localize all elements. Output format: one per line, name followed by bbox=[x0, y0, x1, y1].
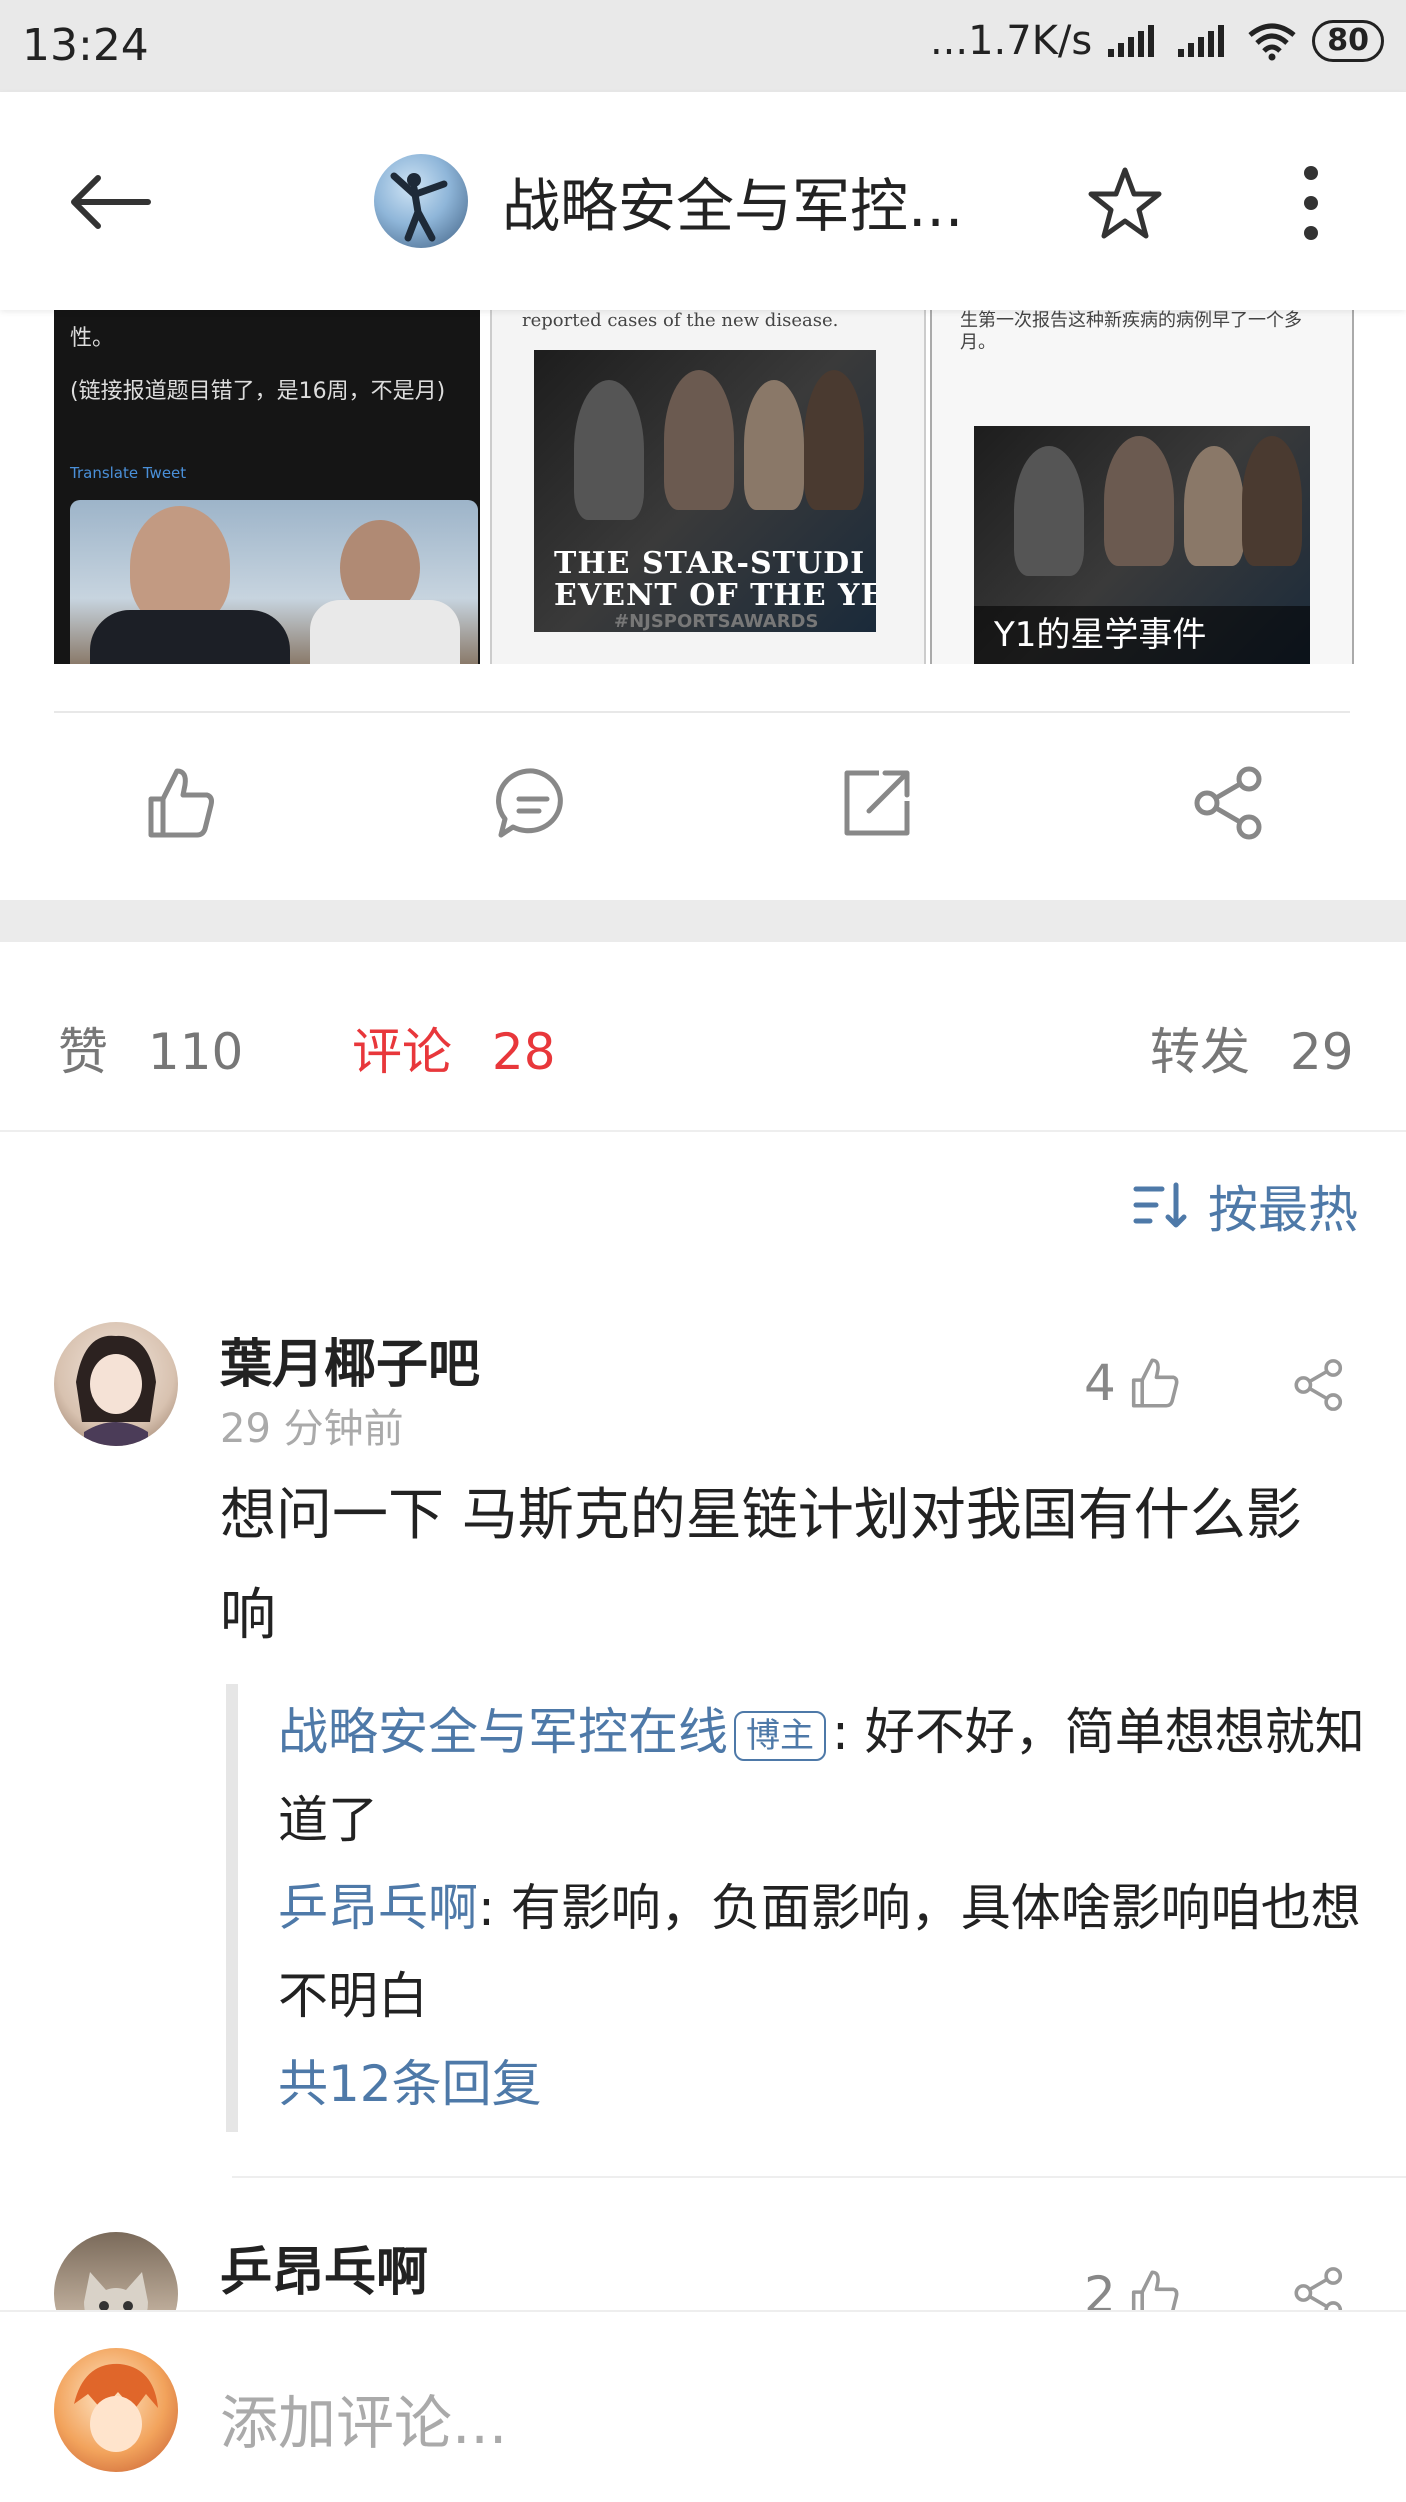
tab-comments-count: 28 bbox=[491, 1023, 556, 1081]
forward-icon bbox=[844, 770, 910, 836]
share-icon bbox=[1294, 1359, 1343, 1411]
network-speed: ...1.7K/s bbox=[929, 18, 1093, 64]
signal-icon bbox=[1108, 25, 1155, 57]
comment-body: 想问一下 马斯克的星链计划对我国有什么影响 bbox=[220, 1483, 1302, 1648]
poster-figure bbox=[574, 380, 644, 520]
poster-figure bbox=[1014, 446, 1084, 576]
comment-icon bbox=[496, 768, 563, 838]
back-arrow-icon bbox=[71, 175, 151, 229]
battery-indicator: 80 bbox=[1312, 20, 1384, 62]
poster-figure bbox=[664, 370, 734, 510]
user-avatar-icon bbox=[74, 2363, 158, 2452]
tab-comments-label: 评论 bbox=[352, 1023, 452, 1081]
poster-figure bbox=[1242, 436, 1302, 566]
view-all-replies-link[interactable]: 共12条回复 bbox=[238, 2040, 1372, 2128]
nav-bar: 战略安全与军控... bbox=[0, 92, 1406, 310]
stats-tabs: 赞 110 评论 28 转发 29 bbox=[0, 942, 1406, 1132]
nav-title-group[interactable]: 战略安全与军控... bbox=[374, 154, 963, 248]
image-card-1[interactable]: 性。 (链接报道题目错了，是16周，不是月) Translate Tweet bbox=[54, 310, 480, 664]
press-photo bbox=[70, 500, 478, 664]
more-vertical-icon bbox=[1304, 166, 1318, 240]
card2-caption: reported cases of the new disease. bbox=[522, 310, 839, 331]
wifi-icon bbox=[1248, 23, 1296, 61]
person-suit bbox=[90, 610, 290, 664]
like-icon bbox=[148, 768, 214, 838]
athlete-silhouette-icon bbox=[390, 172, 448, 242]
tab-likes-label: 赞 bbox=[58, 1023, 108, 1081]
tab-comments[interactable]: 评论 28 bbox=[352, 1012, 556, 1084]
comment-like-count: 4 bbox=[1084, 1354, 1116, 1412]
more-button[interactable] bbox=[1276, 158, 1346, 248]
like-button[interactable] bbox=[136, 748, 226, 858]
section-separator bbox=[0, 900, 1406, 942]
my-avatar[interactable] bbox=[54, 2348, 178, 2472]
poster-overlay-text: Y1的星学事件 bbox=[994, 615, 1207, 655]
sort-button[interactable]: 按最热 bbox=[1132, 1170, 1358, 1242]
comment-author[interactable]: 乒昂乓啊 bbox=[220, 2230, 428, 2305]
tab-reposts-label: 转发 bbox=[1150, 1023, 1250, 1081]
page-title: 战略安全与军控... bbox=[502, 172, 964, 240]
comment-button[interactable] bbox=[488, 748, 578, 858]
like-icon bbox=[1131, 1358, 1179, 1408]
poster-image-2: Y1的星学事件 bbox=[974, 426, 1310, 664]
share-button[interactable] bbox=[1184, 748, 1274, 858]
sort-icon bbox=[1133, 1182, 1187, 1228]
share-icon bbox=[1194, 766, 1262, 840]
comment-input-bar: 添加评论... bbox=[0, 2310, 1406, 2502]
card1-text-1: 性。 bbox=[70, 326, 115, 351]
comment-separator bbox=[232, 2176, 1406, 2178]
favorite-button[interactable] bbox=[1078, 158, 1172, 248]
reply-preview: 战略安全与军控在线 博主: 好不好，简单想想就知道了 乒昂乓啊: 有影响，负面影响… bbox=[226, 1684, 1372, 2132]
image-card-3[interactable]: 生第一次报告这种新疾病的病例早了一个多月。 Y1的星学事件 bbox=[930, 310, 1354, 664]
comment-avatar[interactable] bbox=[54, 1322, 178, 1446]
poster-tag: #NJSPORTSAWARDS bbox=[614, 611, 819, 632]
comment-author[interactable]: 葉月椰子吧 bbox=[220, 1322, 480, 1397]
image-card-2[interactable]: reported cases of the new disease. THE S… bbox=[490, 310, 926, 664]
status-time: 13:24 bbox=[22, 20, 149, 71]
tab-reposts-count: 29 bbox=[1289, 1023, 1354, 1081]
sort-label: 按最热 bbox=[1208, 1181, 1358, 1239]
card3-caption: 生第一次报告这种新疾病的病例早了一个多月。 bbox=[960, 310, 1302, 353]
card1-text-2: (链接报道题目错了，是16周，不是月) bbox=[70, 379, 446, 404]
tab-likes-count: 110 bbox=[147, 1023, 244, 1081]
comment-share-button[interactable] bbox=[1292, 1358, 1346, 1416]
forward-button[interactable] bbox=[832, 748, 922, 858]
translate-tweet-link[interactable]: Translate Tweet bbox=[70, 464, 186, 482]
author-badge: 博主 bbox=[734, 1710, 826, 1761]
poster-image: THE STAR-STUDI EVENT OF THE YE #NJSPORTS… bbox=[534, 350, 876, 632]
signal-icon-2 bbox=[1178, 25, 1225, 57]
account-avatar[interactable] bbox=[374, 154, 468, 248]
back-button[interactable] bbox=[60, 162, 160, 242]
poster-figure bbox=[744, 380, 804, 510]
divider bbox=[54, 711, 1350, 713]
status-bar: 13:24 ...1.7K/s 80 bbox=[0, 0, 1406, 92]
post-image-strip: 性。 (链接报道题目错了，是16周，不是月) Translate Tweet r… bbox=[0, 310, 1406, 670]
anime-girl-avatar-icon bbox=[76, 1335, 156, 1446]
person-face bbox=[130, 506, 230, 626]
reply-author[interactable]: 乒昂乓啊 bbox=[278, 1879, 478, 1937]
reply-item[interactable]: 战略安全与军控在线 博主: 好不好，简单想想就知道了 bbox=[238, 1684, 1372, 1864]
poster-figure bbox=[1104, 436, 1174, 566]
comment-like-button[interactable]: 4 bbox=[1084, 1354, 1182, 1412]
poster-figure bbox=[1184, 446, 1244, 566]
poster-line-2: EVENT OF THE YE bbox=[554, 578, 876, 613]
poster-line-1: THE STAR-STUDI bbox=[554, 546, 866, 581]
tab-reposts[interactable]: 转发 29 bbox=[1150, 1012, 1354, 1084]
comment-input[interactable]: 添加评论... bbox=[220, 2376, 507, 2460]
tab-likes[interactable]: 赞 110 bbox=[58, 1012, 243, 1084]
reply-item[interactable]: 乒昂乓啊: 有影响，负面影响，具体啥影响咱也想不明白 bbox=[238, 1864, 1372, 2040]
comment-time: 29 分钟前 bbox=[220, 1406, 404, 1452]
poster-figure bbox=[804, 370, 864, 510]
star-icon bbox=[1088, 167, 1162, 239]
reply-author[interactable]: 战略安全与军控在线 bbox=[278, 1703, 728, 1761]
person-shirt-2 bbox=[310, 600, 460, 664]
status-right: ...1.7K/s 80 bbox=[930, 18, 1384, 64]
